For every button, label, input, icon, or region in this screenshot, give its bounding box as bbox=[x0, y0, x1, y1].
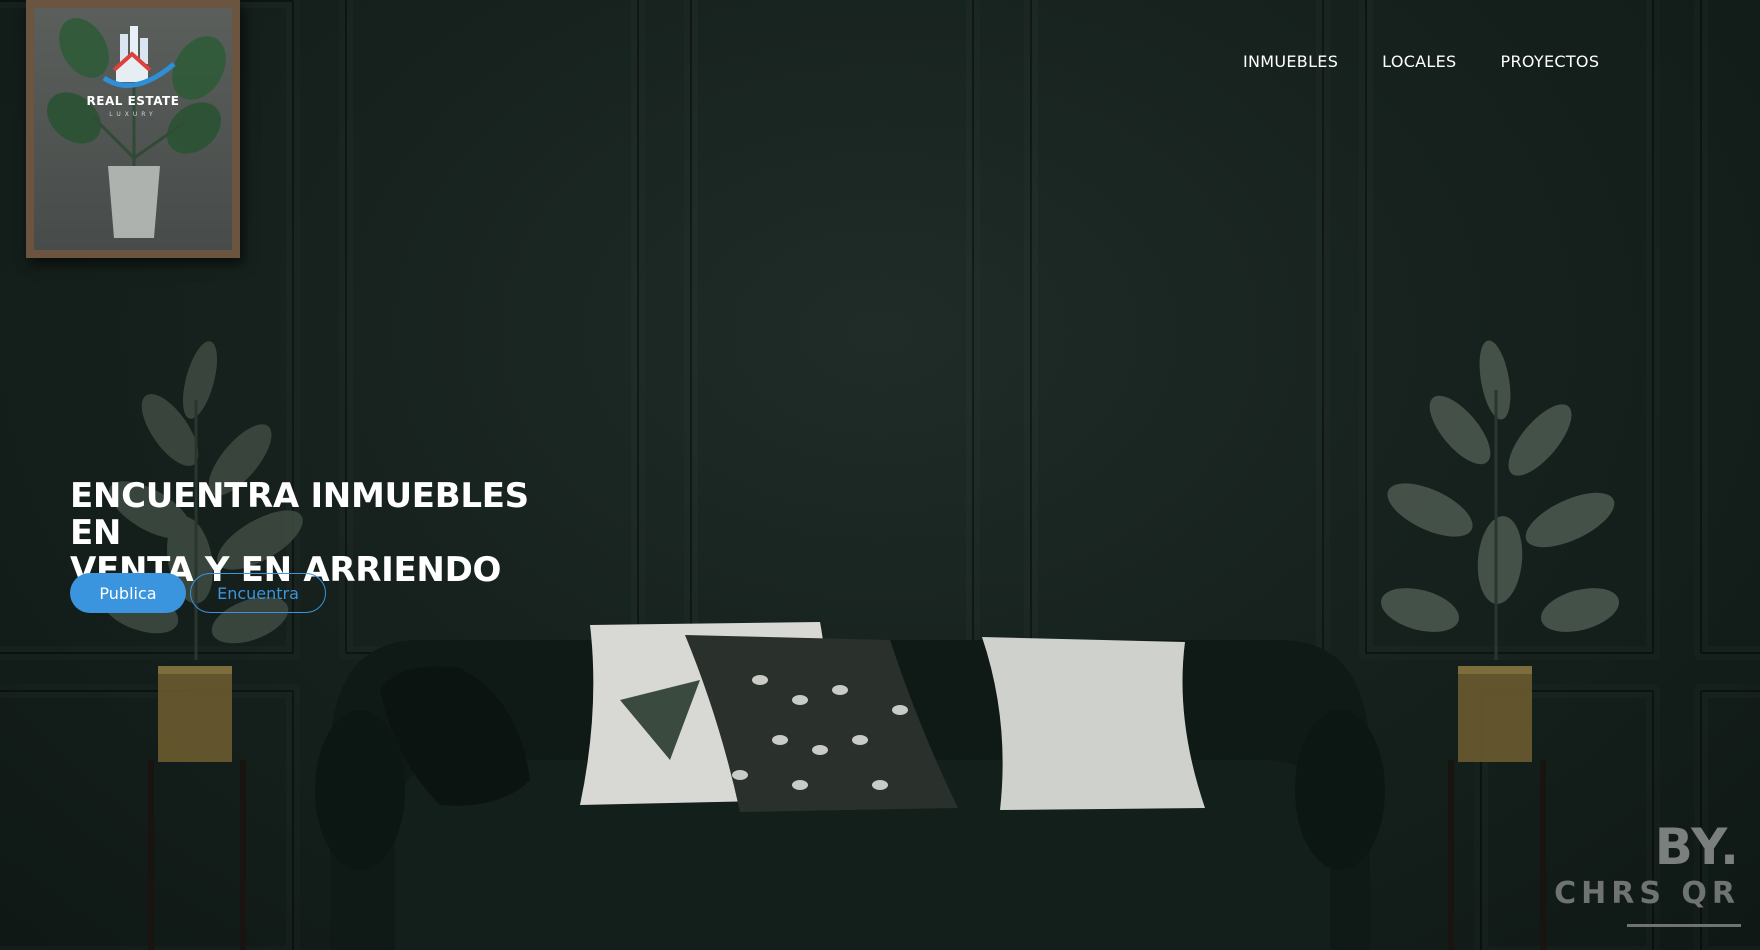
publica-button[interactable]: Publica bbox=[70, 573, 186, 613]
watermark-underline bbox=[1627, 924, 1741, 927]
watermark-by: BY. bbox=[1654, 818, 1740, 876]
nav-link-proyectos[interactable]: PROYECTOS bbox=[1501, 52, 1600, 71]
nav-link-inmuebles[interactable]: INMUEBLES bbox=[1243, 52, 1338, 71]
watermark-author: CHRS QR bbox=[1554, 876, 1740, 911]
main-nav: INMUEBLES LOCALES PROYECTOS bbox=[1243, 52, 1599, 71]
hero-section: REAL ESTATE LUXURY INMUEBLES LOCALES PRO… bbox=[0, 0, 1760, 950]
logo-frame[interactable]: REAL ESTATE LUXURY bbox=[26, 0, 240, 258]
logo-subtitle: LUXURY bbox=[109, 111, 157, 118]
hero-title-line1: ENCUENTRA INMUEBLES EN bbox=[70, 476, 529, 553]
encuentra-button[interactable]: Encuentra bbox=[190, 573, 326, 613]
left-plant bbox=[101, 341, 303, 950]
nav-link-locales[interactable]: LOCALES bbox=[1382, 52, 1456, 71]
logo-title: REAL ESTATE bbox=[86, 94, 180, 108]
living-room-illustration bbox=[101, 340, 1619, 950]
hero-actions: Publica Encuentra bbox=[70, 573, 326, 613]
house-city-logo-icon bbox=[47, 18, 226, 238]
right-plant bbox=[1381, 340, 1619, 950]
logo: REAL ESTATE LUXURY bbox=[34, 8, 232, 250]
